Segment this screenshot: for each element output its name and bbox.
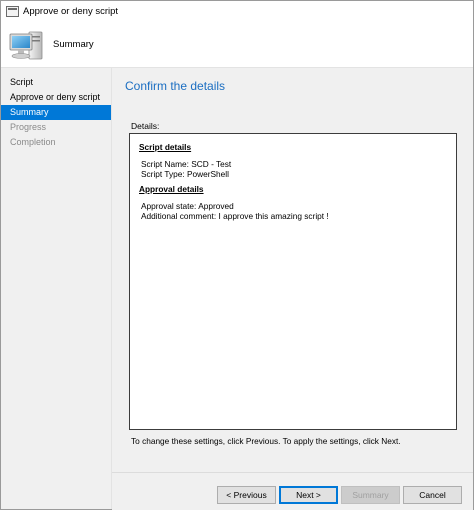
previous-button[interactable]: < Previous (217, 486, 276, 504)
instruction-text: To change these settings, click Previous… (131, 436, 401, 446)
header-title: Summary (53, 39, 94, 50)
sidebar-item-completion: Completion (10, 137, 56, 147)
approval-state: Approval state: Approved (141, 201, 234, 211)
script-name: Script Name: SCD - Test (141, 159, 232, 169)
window-icon (6, 6, 19, 17)
cancel-button[interactable]: Cancel (403, 486, 462, 504)
details-label: Details: (131, 121, 160, 131)
details-textbox[interactable]: Script details Script Name: SCD - Test S… (129, 133, 457, 430)
wizard-header: Summary (1, 23, 473, 68)
computer-monitor-icon (7, 26, 45, 62)
wizard-sidebar: Script Approve or deny script Summary Pr… (1, 68, 112, 509)
sidebar-item-summary[interactable]: Summary (1, 105, 111, 120)
sidebar-item-progress: Progress (10, 122, 47, 132)
approval-details-heading: Approval details (139, 184, 204, 194)
script-type: Script Type: PowerShell (141, 169, 229, 179)
page-title: Confirm the details (125, 79, 226, 93)
title-bar: Approve or deny script (1, 1, 473, 23)
sidebar-nav: Script Approve or deny script Summary Pr… (1, 75, 111, 150)
additional-comment: Additional comment: I approve this amazi… (141, 211, 329, 221)
wizard-footer: < Previous Next > Summary Cancel (112, 472, 473, 510)
wizard-window: Approve or deny script Summary Script Ap… (0, 0, 474, 510)
summary-button: Summary (341, 486, 400, 504)
next-button[interactable]: Next > (279, 486, 338, 504)
script-details-heading: Script details (139, 142, 192, 152)
sidebar-item-approve-or-deny-script[interactable]: Approve or deny script (1, 90, 111, 105)
main-content: Confirm the details Details: Script deta… (112, 68, 473, 472)
sidebar-item-script[interactable]: Script (1, 75, 111, 90)
window-title: Approve or deny script (23, 6, 119, 17)
